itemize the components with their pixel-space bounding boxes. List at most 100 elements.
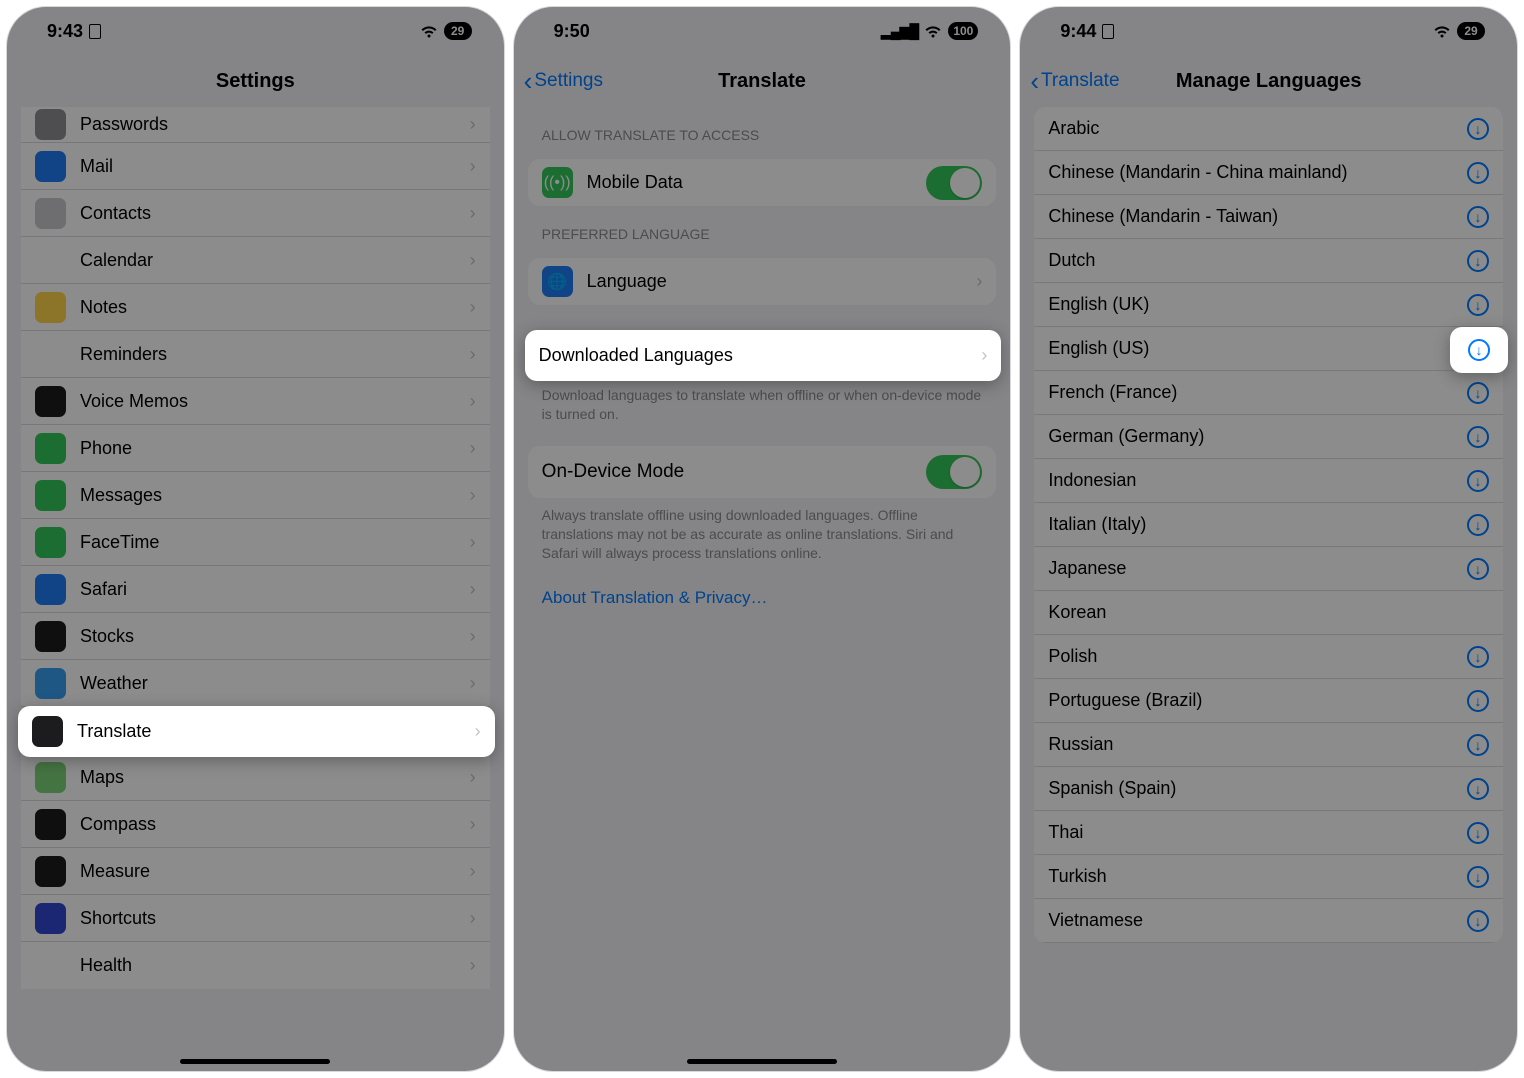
settings-row[interactable]: Measure›: [21, 848, 490, 895]
row-label: Maps: [80, 767, 470, 788]
app-icon: [35, 574, 66, 605]
language-row: German (Germany)↓: [1034, 415, 1503, 459]
app-icon: [35, 151, 66, 182]
app-icon: [35, 339, 66, 370]
language-label: Japanese: [1048, 558, 1467, 579]
about-translation-link[interactable]: About Translation & Privacy…: [514, 566, 1011, 630]
wifi-icon: [420, 25, 438, 38]
screenshot-manage-languages: 9:44 29 ‹ Translate Manage Languages Ara…: [1019, 6, 1518, 1072]
status-bar: 9:50 ▂▄▆█ 100: [514, 7, 1011, 55]
chevron-right-icon: ›: [470, 203, 476, 224]
row-label: Passwords: [80, 114, 470, 135]
row-label: Reminders: [80, 344, 470, 365]
settings-row[interactable]: FaceTime›: [21, 519, 490, 566]
card-icon: [89, 24, 101, 39]
settings-row[interactable]: Shortcuts›: [21, 895, 490, 942]
settings-row[interactable]: Contacts›: [21, 190, 490, 237]
row-label: Mobile Data: [587, 172, 927, 193]
settings-row[interactable]: Maps›: [21, 754, 490, 801]
ondevice-mode-row[interactable]: On-Device Mode: [528, 446, 997, 498]
nav-title: Settings: [7, 70, 504, 93]
language-row: Russian↓: [1034, 723, 1503, 767]
row-label: On-Device Mode: [542, 461, 927, 483]
download-icon[interactable]: ↓: [1467, 470, 1489, 492]
download-icon[interactable]: ↓: [1467, 866, 1489, 888]
language-label: Korean: [1048, 602, 1489, 623]
wifi-icon: [1433, 25, 1451, 38]
download-icon[interactable]: ↓: [1467, 426, 1489, 448]
ondevice-toggle[interactable]: [926, 455, 982, 489]
chevron-right-icon: ›: [470, 114, 476, 135]
settings-row[interactable]: Compass›: [21, 801, 490, 848]
chevron-right-icon: ›: [470, 955, 476, 976]
app-icon: [35, 950, 66, 981]
translate-row-highlight[interactable]: Translate ›: [18, 706, 495, 757]
home-indicator: [180, 1059, 330, 1064]
download-icon[interactable]: ↓: [1467, 910, 1489, 932]
download-icon[interactable]: ↓: [1467, 118, 1489, 140]
download-icon[interactable]: ↓: [1467, 382, 1489, 404]
row-label: Voice Memos: [80, 391, 470, 412]
settings-row[interactable]: Safari›: [21, 566, 490, 613]
settings-row[interactable]: Phone›: [21, 425, 490, 472]
row-label: FaceTime: [80, 532, 470, 553]
download-icon[interactable]: ↓: [1467, 206, 1489, 228]
app-icon: [35, 433, 66, 464]
download-icon[interactable]: ↓: [1467, 558, 1489, 580]
row-label: Stocks: [80, 626, 470, 647]
language-row: Thai↓: [1034, 811, 1503, 855]
settings-row[interactable]: Passwords›: [21, 107, 490, 143]
language-label: Turkish: [1048, 866, 1467, 887]
download-icon[interactable]: ↓: [1467, 734, 1489, 756]
nav-bar: ‹ Translate Manage Languages: [1020, 55, 1517, 107]
language-label: German (Germany): [1048, 426, 1467, 447]
row-label: Language: [587, 271, 977, 292]
settings-row[interactable]: Health›: [21, 942, 490, 989]
language-row: Arabic↓: [1034, 107, 1503, 151]
nav-title: Translate: [514, 70, 1011, 93]
settings-row[interactable]: Stocks›: [21, 613, 490, 660]
mobile-data-toggle[interactable]: [926, 166, 982, 200]
app-icon: [35, 621, 66, 652]
language-label: English (US): [1048, 338, 1467, 359]
language-label: Indonesian: [1048, 470, 1467, 491]
language-row: Chinese (Mandarin - China mainland)↓: [1034, 151, 1503, 195]
language-label: Vietnamese: [1048, 910, 1467, 931]
settings-row[interactable]: Weather›: [21, 660, 490, 707]
language-row: Japanese↓: [1034, 547, 1503, 591]
language-row[interactable]: 🌐 Language ›: [528, 258, 997, 305]
download-icon[interactable]: ↓: [1467, 294, 1489, 316]
mobile-data-row[interactable]: ((•)) Mobile Data: [528, 159, 997, 206]
settings-row[interactable]: Notes›: [21, 284, 490, 331]
chevron-right-icon: ›: [981, 345, 987, 366]
download-icon[interactable]: ↓: [1467, 162, 1489, 184]
row-label: Downloaded Languages: [539, 345, 982, 366]
settings-row[interactable]: Calendar›: [21, 237, 490, 284]
settings-row[interactable]: Mail›: [21, 143, 490, 190]
download-icon[interactable]: ↓: [1467, 778, 1489, 800]
language-label: Russian: [1048, 734, 1467, 755]
settings-row[interactable]: Messages›: [21, 472, 490, 519]
downloaded-languages-highlight[interactable]: Downloaded Languages ›: [525, 330, 1002, 381]
language-label: Chinese (Mandarin - China mainland): [1048, 162, 1467, 183]
status-time: 9:44: [1060, 21, 1096, 42]
download-icon[interactable]: ↓: [1467, 646, 1489, 668]
download-icon[interactable]: ↓: [1467, 514, 1489, 536]
chevron-right-icon: ›: [470, 673, 476, 694]
row-label: Mail: [80, 156, 470, 177]
download-icon[interactable]: ↓: [1467, 250, 1489, 272]
download-english-us-highlight[interactable]: ↓: [1450, 327, 1508, 373]
settings-row[interactable]: Voice Memos›: [21, 378, 490, 425]
app-icon: [35, 198, 66, 229]
chevron-right-icon: ›: [470, 297, 476, 318]
language-row: Portuguese (Brazil)↓: [1034, 679, 1503, 723]
download-icon[interactable]: ↓: [1467, 690, 1489, 712]
chevron-right-icon: ›: [475, 721, 481, 742]
download-icon[interactable]: ↓: [1467, 822, 1489, 844]
language-row: Spanish (Spain)↓: [1034, 767, 1503, 811]
app-icon: [35, 856, 66, 887]
settings-row[interactable]: Reminders›: [21, 331, 490, 378]
row-label: Messages: [80, 485, 470, 506]
battery-indicator: 29: [444, 22, 472, 40]
status-bar: 9:43 29: [7, 7, 504, 55]
